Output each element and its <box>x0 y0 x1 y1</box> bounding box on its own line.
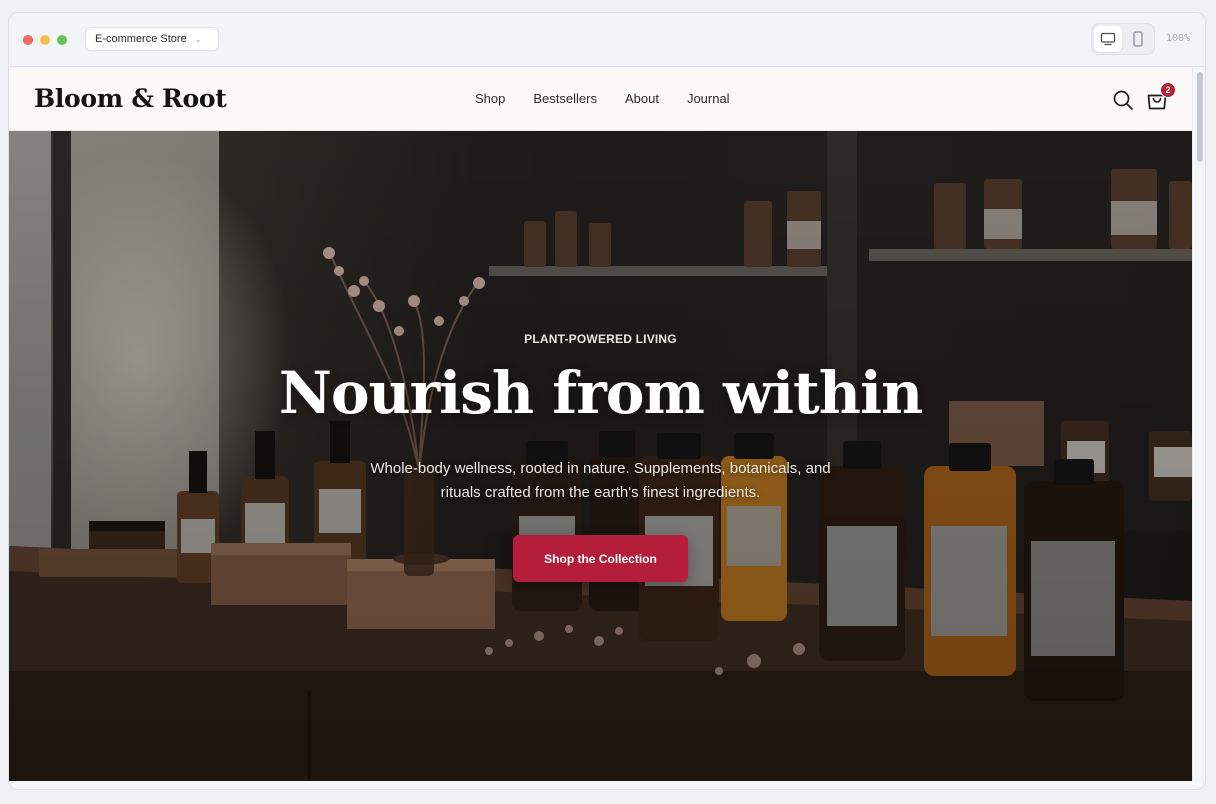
scrollbar-thumb[interactable] <box>1197 72 1203 162</box>
desktop-view-button[interactable] <box>1094 26 1122 52</box>
site-logo[interactable]: Bloom & Root <box>34 84 227 113</box>
zoom-level: 100% <box>1166 33 1191 44</box>
nav-link-shop[interactable]: Shop <box>475 91 505 106</box>
browser-toolbar: E-commerce Store ⌄ 100% <box>9 13 1205 67</box>
device-toggle <box>1091 23 1155 55</box>
mobile-icon <box>1133 31 1143 47</box>
page-viewport: Bloom & Root Shop Bestsellers About Jour… <box>9 68 1192 781</box>
hero-headline: Nourish from within <box>278 359 923 427</box>
project-select[interactable]: E-commerce Store ⌄ <box>85 27 219 51</box>
window-controls <box>23 35 67 45</box>
hero-content: PLANT-POWERED LIVING Nourish from within… <box>9 131 1192 781</box>
project-select-label: E-commerce Store <box>95 33 187 45</box>
chevron-down-icon: ⌄ <box>194 34 202 44</box>
nav-link-bestsellers[interactable]: Bestsellers <box>533 91 597 106</box>
mobile-view-button[interactable] <box>1124 26 1152 52</box>
page-scrollbar[interactable] <box>1192 68 1205 781</box>
shop-collection-button[interactable]: Shop the Collection <box>513 535 688 582</box>
search-icon[interactable] <box>1111 88 1135 112</box>
desktop-icon <box>1100 32 1116 46</box>
maximize-window-button[interactable] <box>57 35 67 45</box>
nav-link-journal[interactable]: Journal <box>687 91 730 106</box>
site-header: Bloom & Root Shop Bestsellers About Jour… <box>9 68 1192 131</box>
hero-subcopy: Whole-body wellness, rooted in nature. S… <box>370 460 831 501</box>
minimize-window-button[interactable] <box>40 35 50 45</box>
hero-eyebrow: PLANT-POWERED LIVING <box>524 332 677 346</box>
main-nav: Shop Bestsellers About Journal <box>475 91 730 106</box>
close-window-button[interactable] <box>23 35 33 45</box>
cart-count-badge: 2 <box>1160 82 1176 98</box>
nav-link-about[interactable]: About <box>625 91 659 106</box>
browser-window: E-commerce Store ⌄ 100% Bloom & Root Sho… <box>8 12 1206 790</box>
hero-section: PLANT-POWERED LIVING Nourish from within… <box>9 131 1192 781</box>
